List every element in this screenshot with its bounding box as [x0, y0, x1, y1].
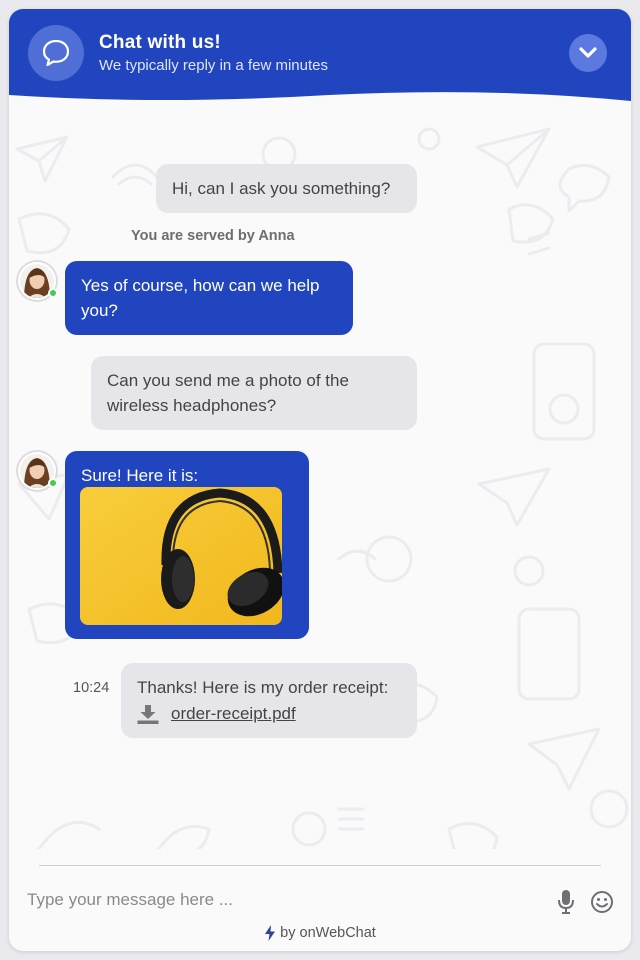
chat-header: Chat with us! We typically reply in a fe…: [9, 9, 631, 109]
message-user: Thanks! Here is my order receipt: order-…: [121, 663, 417, 738]
message-text: Can you send me a photo of the wireless …: [107, 371, 349, 415]
collapse-button[interactable]: [569, 34, 607, 72]
agent-avatar: [18, 262, 58, 300]
online-indicator: [48, 478, 58, 488]
branding[interactable]: by onWebChat: [9, 925, 631, 942]
message-text: Yes of course, how can we help you?: [81, 276, 320, 320]
chevron-down-icon: [579, 47, 597, 58]
branding-text: by onWebChat: [280, 925, 376, 942]
message-input[interactable]: [27, 885, 547, 915]
message-text: Thanks! Here is my order receipt:: [137, 678, 389, 697]
message-user: Hi, can I ask you something?: [156, 164, 417, 213]
headphones-photo[interactable]: [80, 487, 282, 625]
microphone-icon[interactable]: [557, 889, 575, 915]
composer-divider: [39, 865, 601, 866]
chat-bubble-icon: [28, 25, 84, 81]
file-attachment: order-receipt.pdf: [137, 701, 401, 726]
file-link[interactable]: order-receipt.pdf: [171, 701, 296, 726]
chat-widget: Chat with us! We typically reply in a fe…: [9, 9, 631, 951]
lightning-icon: [265, 925, 276, 942]
message-text: Hi, can I ask you something?: [172, 179, 391, 198]
message-time: 10:24: [73, 680, 110, 696]
header-subtitle: We typically reply in a few minutes: [99, 57, 328, 74]
message-user: Can you send me a photo of the wireless …: [91, 356, 417, 430]
smiley-icon[interactable]: [590, 890, 614, 914]
agent-avatar: [18, 452, 58, 490]
message-agent: Yes of course, how can we help you?: [65, 261, 353, 335]
message-text: Sure! Here it is:: [81, 466, 199, 485]
agent-notice: You are served by Anna: [131, 228, 295, 244]
online-indicator: [48, 288, 58, 298]
download-icon[interactable]: [137, 704, 159, 724]
header-title: Chat with us!: [99, 32, 221, 53]
